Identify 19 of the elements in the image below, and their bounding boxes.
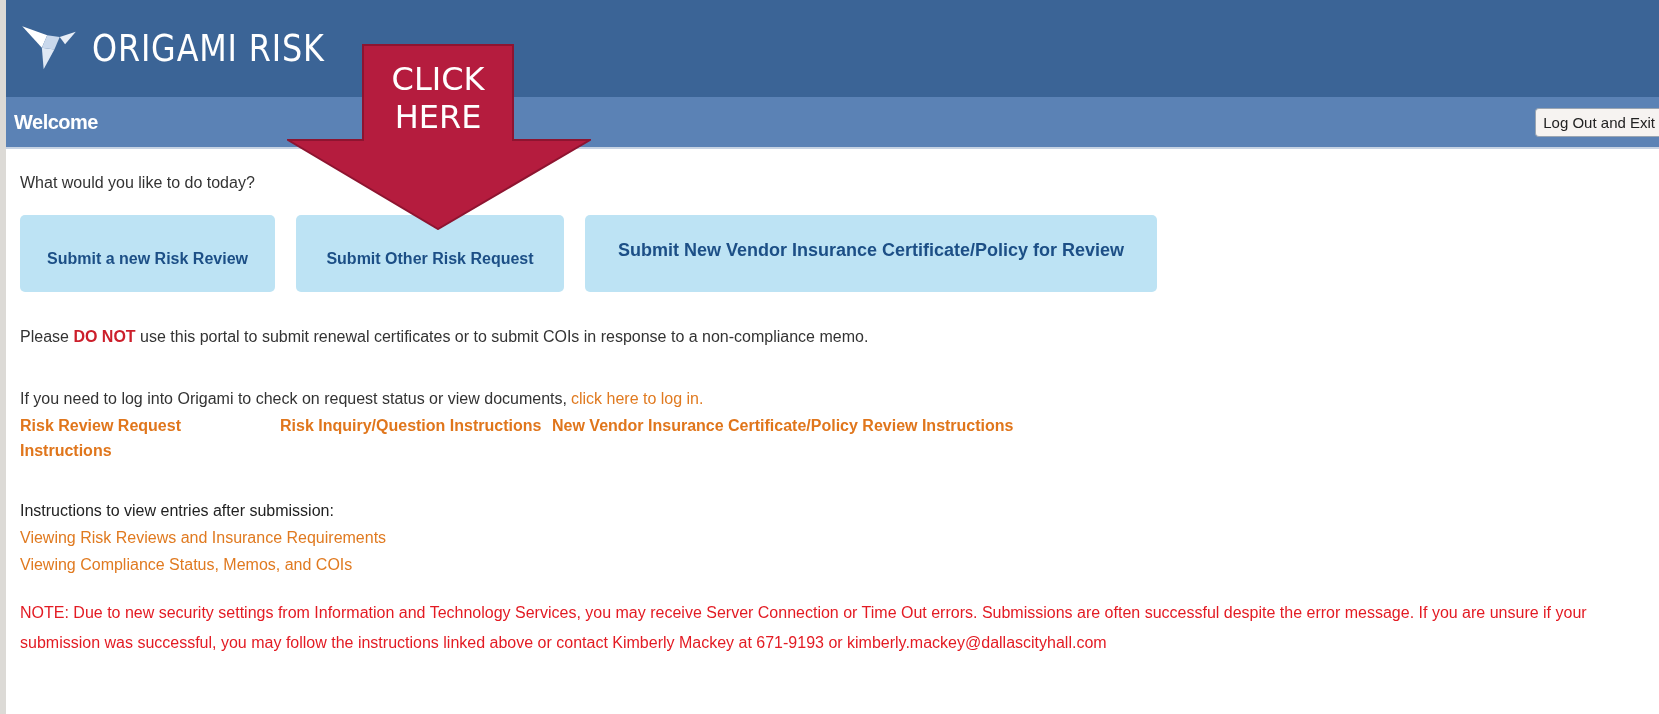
instructions-link[interactable]: Viewing Compliance Status, Memos, and COIs xyxy=(20,555,1659,574)
instructions-link[interactable]: Risk Review Request Instructions xyxy=(20,414,190,464)
notice-text: NOTE: Due to new security settings from Information and Technology Services, you may receive Server Connection or Time Out errors. Submissions are often successful despite the error message. If you are unsure if your submission was successful, you may follow the instructions linked above or contact Kimberly Mackey at 671-9193 or kimberly.mackey@dallascityhall.com xyxy=(20,602,1588,653)
action-button[interactable]: Submit Other Risk Request xyxy=(296,215,564,292)
prompt-text: What would you like to do today? xyxy=(20,174,256,192)
action-button[interactable]: Submit New Vendor Insurance Certificate/Policy for Review xyxy=(585,215,1157,292)
section-heading: Instructions to view entries after submission: xyxy=(20,501,335,520)
logo-text: ORIGAMI RISK xyxy=(92,27,325,70)
login-link[interactable]: click here to log in. xyxy=(570,390,704,408)
instructions-link[interactable]: Risk Inquiry/Question Instructions xyxy=(280,414,542,439)
action-button[interactable]: Submit a new Risk Review xyxy=(20,215,275,292)
callout-text: HERE xyxy=(394,98,482,136)
warning-text: Please DO NOT use this portal to submit renewal certificates or to submit COIs in response to a non-compliance memo. xyxy=(20,328,870,346)
logout-button[interactable]: Log Out and Exit xyxy=(1535,107,1659,137)
instructions-link[interactable]: New Vendor Insurance Certificate/Policy Review Instructions xyxy=(552,414,1014,439)
instructions-link[interactable]: Viewing Risk Reviews and Insurance Requirements xyxy=(20,528,1659,547)
login-text: If you need to log into Origami to check on request status or view documents, xyxy=(20,390,567,408)
page-title: Welcome xyxy=(13,110,98,134)
callout-text: CLICK xyxy=(391,60,485,98)
